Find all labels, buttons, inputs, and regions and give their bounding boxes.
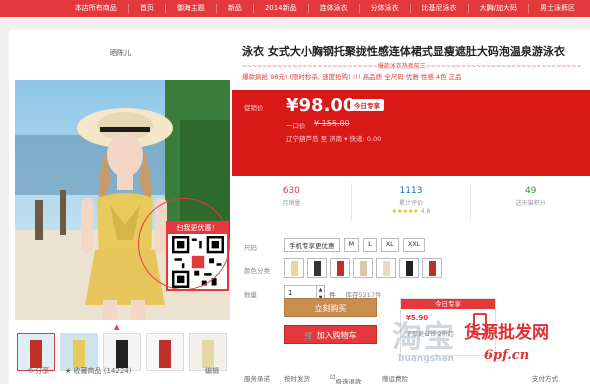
service-item[interactable]: 赠运费险 (382, 373, 408, 383)
size-option[interactable]: XL (380, 238, 399, 252)
stat-caption: 送天猫积分 (515, 200, 546, 207)
nav-item[interactable]: 本店所有商品 (64, 4, 128, 13)
service-item[interactable]: 按时发货 (284, 373, 310, 383)
gallery-up-arrow-icon[interactable]: ▲ (114, 323, 119, 331)
nav-item[interactable]: 首页 (127, 4, 165, 13)
rating-score: 4.8 (420, 208, 431, 215)
swatch-fill (291, 261, 298, 276)
stat-item: 1113 累计评价 ★★★★★ 4.8 (350, 183, 471, 221)
promo-price: ¥98.00 (286, 95, 356, 116)
nav-item[interactable]: 分体泳衣 (358, 4, 410, 13)
star-icons: ★★★★★ (391, 208, 419, 215)
nav-item[interactable]: 比基尼泳衣 (409, 4, 468, 13)
payment-methods[interactable]: 支付方式 (532, 373, 558, 383)
product-gallery: 晒陈儿 扫我更优惠！ ▲ ⟲ 分享 ★ 收藏商品 (14224) 编辑 (9, 30, 232, 384)
color-swatch[interactable] (330, 258, 350, 278)
nav-item[interactable]: 御海主题 (164, 4, 216, 13)
today-badge: 今日专享 (350, 99, 384, 111)
qr-highlight-circle (138, 198, 230, 290)
swatch-fill (360, 261, 367, 276)
service-label: 服务承诺 (244, 375, 270, 383)
product-promo: 爆款疯抢 98元! (限时秒杀, 速度抢购) !!! 高品质 全尺码 优雅 性感… (242, 73, 462, 81)
buy-now-button[interactable]: 立刻购买 (284, 298, 377, 317)
nav-item[interactable]: 连体泳衣 (307, 4, 359, 13)
nav-item[interactable]: 2014新品 (252, 4, 308, 13)
share-link[interactable]: ⟲ 分享 (27, 366, 49, 376)
stat-item: 49 送天猫积分 (470, 183, 590, 221)
app-promo-header: 今日专享 (401, 299, 495, 309)
color-swatch[interactable] (399, 258, 419, 278)
swatch-fill (383, 261, 390, 276)
shop-name[interactable]: 晒陈儿 (9, 48, 232, 58)
color-label: 颜色分类 (244, 267, 270, 275)
product-slogan: ~~~~~~~~~~~~~~~~~~~~~~~~~~~爆款泳衣热卖前三~~~~~… (242, 63, 582, 70)
stat-number: 1113 (399, 186, 423, 196)
product-title: 泳衣 女式大小胸钢托聚拢性感连体裙式显瘦遮肚大码泡温泉游泳衣 (242, 45, 565, 58)
color-swatch[interactable] (284, 258, 304, 278)
watermark-small: buangshan (398, 354, 455, 364)
color-swatch[interactable] (422, 258, 442, 278)
size-option[interactable]: M (343, 238, 360, 252)
size-label: 尺码 (244, 244, 257, 252)
original-price-label: 一口价 (286, 122, 306, 130)
stat-number: 49 (524, 186, 537, 196)
gallery-footer: ⟲ 分享 ★ 收藏商品 (14224) 编辑 (9, 364, 232, 378)
swatch-fill (314, 261, 321, 276)
edit-link[interactable]: 编辑 (205, 366, 219, 376)
watermark-url: 6pf.cn (484, 348, 530, 363)
share-label: 分享 (35, 367, 50, 375)
watermark-logo: 淘宝 (392, 320, 456, 355)
size-option[interactable]: XXL (402, 238, 426, 252)
color-swatch[interactable] (307, 258, 327, 278)
quantity-label: 数量 (244, 291, 257, 299)
watermark-text: 货源批发网 (464, 323, 549, 343)
color-swatch[interactable] (353, 258, 373, 278)
stat-caption: 月销量 (282, 200, 301, 207)
stats-bar: 630 月销量 1113 累计评价 ★★★★★ 4.8 49 送天猫积分 (232, 183, 590, 221)
size-option[interactable]: L (363, 238, 377, 252)
add-to-cart-button[interactable]: 🛒 加入购物车 (284, 325, 377, 344)
shipping-info[interactable]: 辽宁葫芦岛 至 济南 ▾ 快递: 0.00 (286, 133, 381, 143)
swatch-fill (429, 261, 436, 276)
favorite-link[interactable]: ★ 收藏商品 (14224) (65, 366, 132, 376)
service-item[interactable]: ⊡ 极速退款 (330, 373, 361, 384)
stat-caption: 累计评价 (399, 200, 424, 207)
swatch-fill (406, 261, 413, 276)
quantity-unit: 件 (329, 290, 336, 299)
nav-item[interactable]: 新品 (215, 4, 253, 13)
size-options: 手机专享更优惠 M L XL XXL (284, 238, 426, 252)
swatch-fill (337, 261, 344, 276)
color-options (284, 258, 442, 278)
nav-item[interactable]: 男士泳裤区 (528, 4, 586, 13)
color-swatch[interactable] (376, 258, 396, 278)
original-price: ¥ 155.00 (314, 119, 350, 128)
rating-stars: ★★★★★ 4.8 (352, 208, 471, 215)
favorite-count: 14224 (106, 367, 129, 375)
favorite-label: 收藏商品 (73, 367, 102, 375)
price-label: 促销价 (244, 104, 264, 112)
price-box: 促销价 ¥98.00 今日专享 一口价 ¥ 155.00 辽宁葫芦岛 至 济南 … (232, 90, 590, 176)
stat-number: 630 (282, 186, 300, 196)
stat-item: 630 月销量 (232, 183, 351, 221)
nav-item[interactable]: 大胸/加大码 (467, 4, 528, 13)
top-nav: 本店所有商品 首页 御海主题 新品 2014新品 连体泳衣 分体泳衣 比基尼泳衣 大胸/加大码男… (0, 0, 590, 17)
service-row: 服务承诺 按时发货 ⊡ 极速退款 赠运费险 支付方式 (232, 370, 590, 384)
service-item-label: 极速退款 (335, 378, 362, 384)
stock-count: 库存5217件 (345, 290, 382, 299)
add-to-cart-label: 加入购物车 (316, 331, 357, 340)
size-option[interactable]: 手机专享更优惠 (284, 238, 340, 252)
